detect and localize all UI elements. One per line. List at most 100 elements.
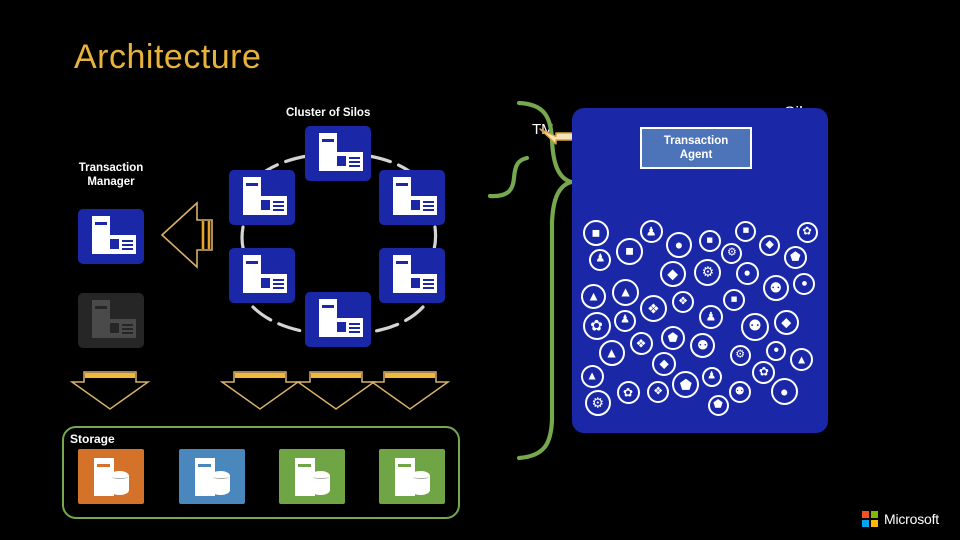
cluster-server-top-right[interactable] [379,170,445,225]
server-line [320,164,331,166]
microsoft-logo: Microsoft [862,511,939,527]
grain-icon[interactable]: ■ [723,289,746,312]
grain-icon[interactable]: ❖ [629,332,653,356]
transaction-manager-label: Transaction Manager [70,161,152,189]
grain-icon[interactable]: ■ [735,220,757,242]
grain-glyph: ♟ [705,309,717,324]
grain-icon[interactable]: ♟ [614,309,637,332]
grain-icon[interactable]: ■ [698,230,721,253]
grain-icon[interactable]: ⬟ [783,245,807,269]
grain-icon[interactable]: ● [666,232,692,259]
cluster-server-top-left[interactable] [229,170,295,225]
grain-icon[interactable]: ◆ [759,235,781,257]
grain-glyph: ❖ [635,336,647,351]
grain-icon[interactable]: ✿ [752,360,776,384]
grain-icon[interactable]: ⚙ [729,344,751,366]
grain-glyph: ♟ [595,252,606,265]
grain-icon[interactable]: ❖ [647,381,670,404]
grain-glyph: ⚙ [735,348,746,361]
cluster-server-top[interactable] [305,126,371,181]
storage-icon-3[interactable] [279,449,345,504]
storage-icon-4[interactable] [379,449,445,504]
card-line [273,201,284,203]
grain-icon[interactable]: ▲ [580,364,604,388]
card-line [349,323,360,325]
server-line [320,325,331,327]
server-card-icon [106,319,136,338]
cluster-server-bottom-right[interactable] [379,248,445,303]
storage-icon-1[interactable] [78,449,144,504]
grain-glyph: ◆ [659,356,669,371]
storage-line [95,479,108,482]
green-bracket [487,100,574,461]
card-line [273,287,284,289]
card-line [423,283,434,285]
grain-icon[interactable]: ▲ [612,278,640,306]
grain-icon[interactable]: ⬟ [672,371,700,398]
grain-icon[interactable]: ◆ [659,261,686,288]
grain-icon[interactable]: ▲ [790,348,814,371]
grain-icon[interactable]: ⚉ [728,381,751,404]
microsoft-logo-tiles [862,511,878,527]
grain-icon[interactable]: ● [770,378,798,406]
grain-icon[interactable]: ⚙ [721,243,743,265]
storage-icon-2[interactable] [179,449,245,504]
grain-icon[interactable]: ✿ [796,221,818,243]
card-line [349,331,360,333]
storage-doc-notch [198,464,211,467]
grain-icon[interactable]: ● [735,261,759,285]
grain-icon[interactable]: ⚙ [584,390,611,416]
tm-label: TM [532,121,554,138]
server-line [244,281,255,283]
storage-line [396,489,409,492]
grain-icon[interactable]: ♟ [639,220,663,244]
grain-icon[interactable]: ♟ [698,305,723,330]
card-line [349,161,360,163]
card-line [423,209,434,211]
card-line [423,287,434,289]
grain-icon[interactable]: ◆ [773,310,799,335]
grain-icon[interactable]: ♟ [701,366,722,387]
grain-icon[interactable]: ✿ [582,312,611,341]
grain-icon[interactable]: ❖ [639,295,667,323]
grain-icon[interactable]: ♟ [589,248,612,271]
card-line [273,205,284,207]
grain-icon[interactable]: ⚉ [741,312,769,341]
grain-icon[interactable]: ❖ [672,291,694,314]
grain-icon[interactable]: ⚙ [694,258,722,286]
grain-icon[interactable]: ⚉ [762,275,789,302]
database-cylinder-icon [110,471,129,495]
cluster-server-bottom-left[interactable] [229,248,295,303]
card-square [410,278,420,288]
logo-tile-red [862,511,869,518]
logo-tile-blue [862,520,869,527]
grain-icon[interactable]: ▲ [598,339,625,366]
card-line [122,324,133,326]
server-line [244,203,255,205]
grain-icon[interactable]: ⚉ [690,332,716,358]
grain-icon[interactable]: ■ [616,237,644,265]
grain-icon[interactable]: ▲ [581,283,607,309]
grain-icon[interactable]: ⬟ [660,326,685,351]
card-square [336,156,346,166]
grain-glyph: ■ [706,234,714,247]
grain-icon[interactable]: ⬟ [707,394,729,416]
card-line [122,248,133,250]
grain-glyph: ● [674,236,684,253]
grain-glyph: ✿ [802,225,812,238]
grain-icon[interactable]: ✿ [616,381,640,405]
grain-glyph: ■ [730,293,738,306]
card-line [349,165,360,167]
cluster-server-bottom[interactable] [305,292,371,347]
card-line [273,283,284,285]
grain-icon[interactable]: ● [793,273,816,296]
server-card-icon [407,196,437,215]
transaction-manager-server-standby[interactable] [78,293,144,348]
grain-icon[interactable]: ● [766,341,787,362]
card-line [122,244,133,246]
transaction-agent-box[interactable]: Transaction Agent [640,127,752,169]
transaction-manager-server-primary[interactable] [78,209,144,264]
grain-icon[interactable]: ◆ [652,352,677,376]
grain-icon[interactable]: ■ [583,220,609,247]
grain-glyph: ▲ [604,344,619,361]
